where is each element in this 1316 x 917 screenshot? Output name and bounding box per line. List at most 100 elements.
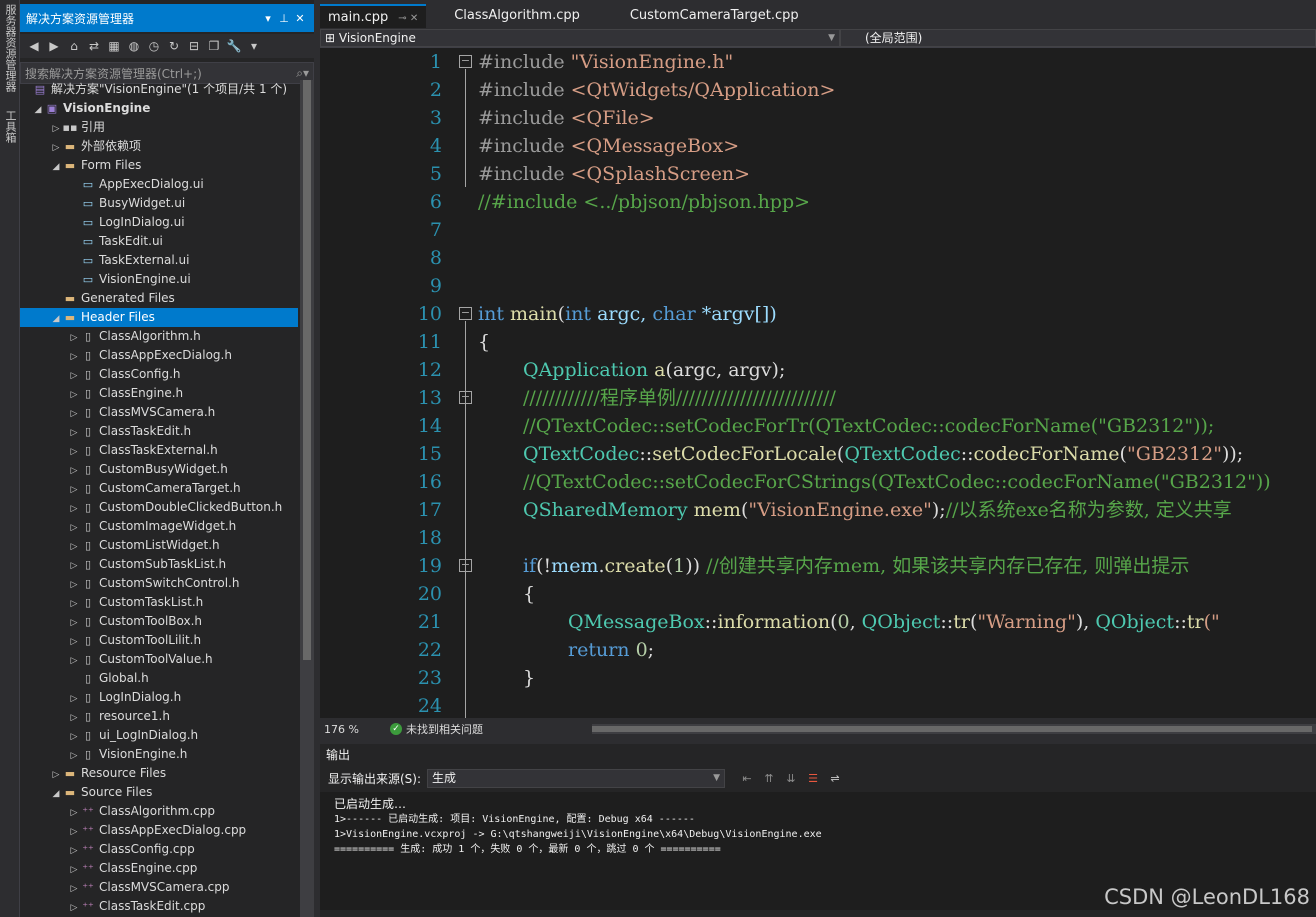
tree-item[interactable]: ▭ VisionEngine.ui: [20, 270, 298, 289]
collapse-all-icon[interactable]: ⊟: [186, 39, 202, 53]
tree-item[interactable]: ▷ ⁺⁺ ClassTaskEdit.cpp: [20, 897, 298, 916]
tree-item[interactable]: ◢ ▬ Source Files: [20, 783, 298, 802]
tree-item[interactable]: ▭ BusyWidget.ui: [20, 194, 298, 213]
close-icon[interactable]: ✕: [292, 12, 308, 25]
tree-item[interactable]: ▷ ▯ CustomTaskList.h: [20, 593, 298, 612]
tree-item-label: BusyWidget.ui: [99, 196, 186, 210]
tree-item[interactable]: ▤ 解决方案"VisionEngine"(1 个项目/共 1 个): [20, 80, 298, 99]
forward-icon[interactable]: ▶: [46, 39, 62, 53]
back-icon[interactable]: ◀: [26, 39, 42, 53]
tree-item[interactable]: ▷ ▯ CustomCameraTarget.h: [20, 479, 298, 498]
pending-changes-icon[interactable]: ◷: [146, 39, 162, 53]
horizontal-scrollbar[interactable]: [592, 724, 1316, 734]
collapsed-arrow-icon[interactable]: ▷: [68, 899, 80, 917]
tree-item-label: CustomToolValue.h: [99, 652, 213, 666]
tree-item[interactable]: ▷ ▯ ClassTaskExternal.h: [20, 441, 298, 460]
tree-item[interactable]: ▷ ▯ CustomToolValue.h: [20, 650, 298, 669]
file-icon: ⊞: [325, 30, 336, 45]
copy-icon[interactable]: ❐: [206, 39, 222, 53]
tab-customcameratarget-cpp[interactable]: CustomCameraTarget.cpp: [622, 4, 807, 28]
tree-item[interactable]: ▷ ▯ CustomImageWidget.h: [20, 517, 298, 536]
pin-icon[interactable]: ⊸ ✕: [398, 13, 418, 24]
tab-classalgorithm-cpp[interactable]: ClassAlgorithm.cpp: [446, 4, 588, 28]
line-number: 16: [417, 471, 442, 493]
tree-item[interactable]: ▷ ⁺⁺ ClassAppExecDialog.cpp: [20, 821, 298, 840]
tree-item[interactable]: ▭ LogInDialog.ui: [20, 213, 298, 232]
find-prev-icon[interactable]: ⇈: [761, 772, 777, 785]
properties-icon[interactable]: 🔧: [226, 39, 242, 53]
code-line-19: if(!mem.create(1)) //创建共享内存mem, 如果该共享内存已…: [523, 552, 1189, 580]
sync-icon[interactable]: ⇄: [86, 39, 102, 53]
toolbox-tab[interactable]: 工具箱: [2, 110, 18, 143]
code-area[interactable]: 1 2 3 4 5 6 7 8 9 10 11 12 13 14 15 16 17 18 19 20 21 22 23 24 …: [320, 48, 1316, 718]
tree-item[interactable]: ▷ ▯ resource1.h: [20, 707, 298, 726]
tree-item-label: ClassMVSCamera.cpp: [99, 880, 230, 894]
dropdown-icon[interactable]: ▾: [260, 12, 276, 25]
tree-item[interactable]: ▷ ▯ ClassMVSCamera.h: [20, 403, 298, 422]
globe-icon[interactable]: ◍: [126, 39, 142, 53]
refresh-icon[interactable]: ↻: [166, 39, 182, 53]
line-number-gutter: 1 2 3 4 5 6 7 8 9 10 11 12 13 14 15 16 17 18 19 20 21 22 23 24: [352, 48, 462, 718]
tree-item[interactable]: ▷ ▪▪ 引用: [20, 118, 298, 137]
fold-toggle[interactable]: −: [459, 55, 472, 68]
tree-item[interactable]: ▷ ⁺⁺ ClassConfig.cpp: [20, 840, 298, 859]
solution-view-icon[interactable]: ▦: [106, 39, 122, 53]
tree-item[interactable]: ◢ ▬ Header Files: [20, 308, 298, 327]
tree-item[interactable]: ▷ ▯ CustomListWidget.h: [20, 536, 298, 555]
word-wrap-icon[interactable]: ⇌: [827, 772, 843, 785]
scope-dropdown[interactable]: (全局范围): [840, 28, 1316, 47]
find-next-icon[interactable]: ⇊: [783, 772, 799, 785]
code-token: (: [665, 555, 674, 577]
tree-item-label: 外部依赖项: [81, 139, 142, 153]
tree-item[interactable]: ▷ ⁺⁺ ClassAlgorithm.cpp: [20, 802, 298, 821]
tree-item[interactable]: ▷ ▯ ClassEngine.h: [20, 384, 298, 403]
tree-item[interactable]: ▷ ▬ Resource Files: [20, 764, 298, 783]
home-icon[interactable]: ⌂: [66, 39, 82, 53]
fold-toggle[interactable]: −: [459, 307, 472, 320]
tree-item[interactable]: ▷ ▯ LogInDialog.h: [20, 688, 298, 707]
tree-item[interactable]: ▭ TaskEdit.ui: [20, 232, 298, 251]
code-token: "GB2312": [1126, 443, 1222, 465]
tree-item[interactable]: ◢ ▬ Form Files: [20, 156, 298, 175]
tab-main-cpp[interactable]: main.cpp ⊸ ✕: [320, 4, 427, 28]
tree-item[interactable]: ▷ ▯ ui_LogInDialog.h: [20, 726, 298, 745]
goto-prev-icon[interactable]: ⇤: [739, 772, 755, 785]
tree-item[interactable]: ▭ TaskExternal.ui: [20, 251, 298, 270]
left-tool-strip: 服务器资源管理器 工具箱: [0, 0, 20, 917]
tree-item[interactable]: ▯ Global.h: [20, 669, 298, 688]
clear-all-icon[interactable]: ☰: [805, 772, 821, 785]
scrollbar-thumb[interactable]: [592, 726, 1312, 732]
tree-item[interactable]: ▬ Generated Files: [20, 289, 298, 308]
tree-item[interactable]: ▷ ▯ CustomBusyWidget.h: [20, 460, 298, 479]
tree-item[interactable]: ▷ ▯ CustomToolLilit.h: [20, 631, 298, 650]
tree-item[interactable]: ▷ ▯ CustomSubTaskList.h: [20, 555, 298, 574]
tree-item[interactable]: ▷ ▯ ClassAlgorithm.h: [20, 327, 298, 346]
tree-item[interactable]: ▷ ▯ ClassAppExecDialog.h: [20, 346, 298, 365]
solution-explorer-scrollbar[interactable]: [300, 80, 314, 917]
fold-toggle[interactable]: −: [459, 391, 472, 404]
tree-item[interactable]: ▷ ⁺⁺ ClassMVSCamera.cpp: [20, 878, 298, 897]
tree-item[interactable]: ◢ ▣ VisionEngine: [20, 99, 298, 118]
tree-item[interactable]: ▷ ▯ CustomToolBox.h: [20, 612, 298, 631]
project-dropdown[interactable]: ⊞ VisionEngine ▼: [320, 28, 840, 47]
tree-item[interactable]: ▭ AppExecDialog.ui: [20, 175, 298, 194]
line-number: 5: [429, 163, 442, 185]
more-icon[interactable]: ▾: [246, 39, 262, 53]
pin-icon[interactable]: ⊥: [276, 12, 292, 25]
server-explorer-tab[interactable]: 服务器资源管理器: [2, 4, 18, 92]
fold-toggle[interactable]: −: [459, 559, 472, 572]
tree-item[interactable]: ▷ ▬ 外部依赖项: [20, 137, 298, 156]
header-file-icon: ▯: [84, 710, 92, 723]
tree-item[interactable]: ▷ ⁺⁺ ClassEngine.cpp: [20, 859, 298, 878]
zoom-level[interactable]: 176 %: [320, 723, 390, 736]
tree-item[interactable]: ▷ ▯ VisionEngine.h: [20, 745, 298, 764]
scrollbar-thumb[interactable]: [303, 80, 311, 660]
search-icon[interactable]: ⌕▾: [296, 66, 309, 81]
tree-item[interactable]: ▷ ▯ CustomSwitchControl.h: [20, 574, 298, 593]
tree-item[interactable]: ▷ ▯ ClassConfig.h: [20, 365, 298, 384]
issues-indicator[interactable]: ✓ 未找到相关问题: [390, 721, 570, 737]
code-token: QApplication: [523, 359, 649, 381]
tree-item[interactable]: ▷ ▯ CustomDoubleClickedButton.h: [20, 498, 298, 517]
output-source-dropdown[interactable]: 生成 ▼: [427, 768, 726, 788]
tree-item[interactable]: ▷ ▯ ClassTaskEdit.h: [20, 422, 298, 441]
